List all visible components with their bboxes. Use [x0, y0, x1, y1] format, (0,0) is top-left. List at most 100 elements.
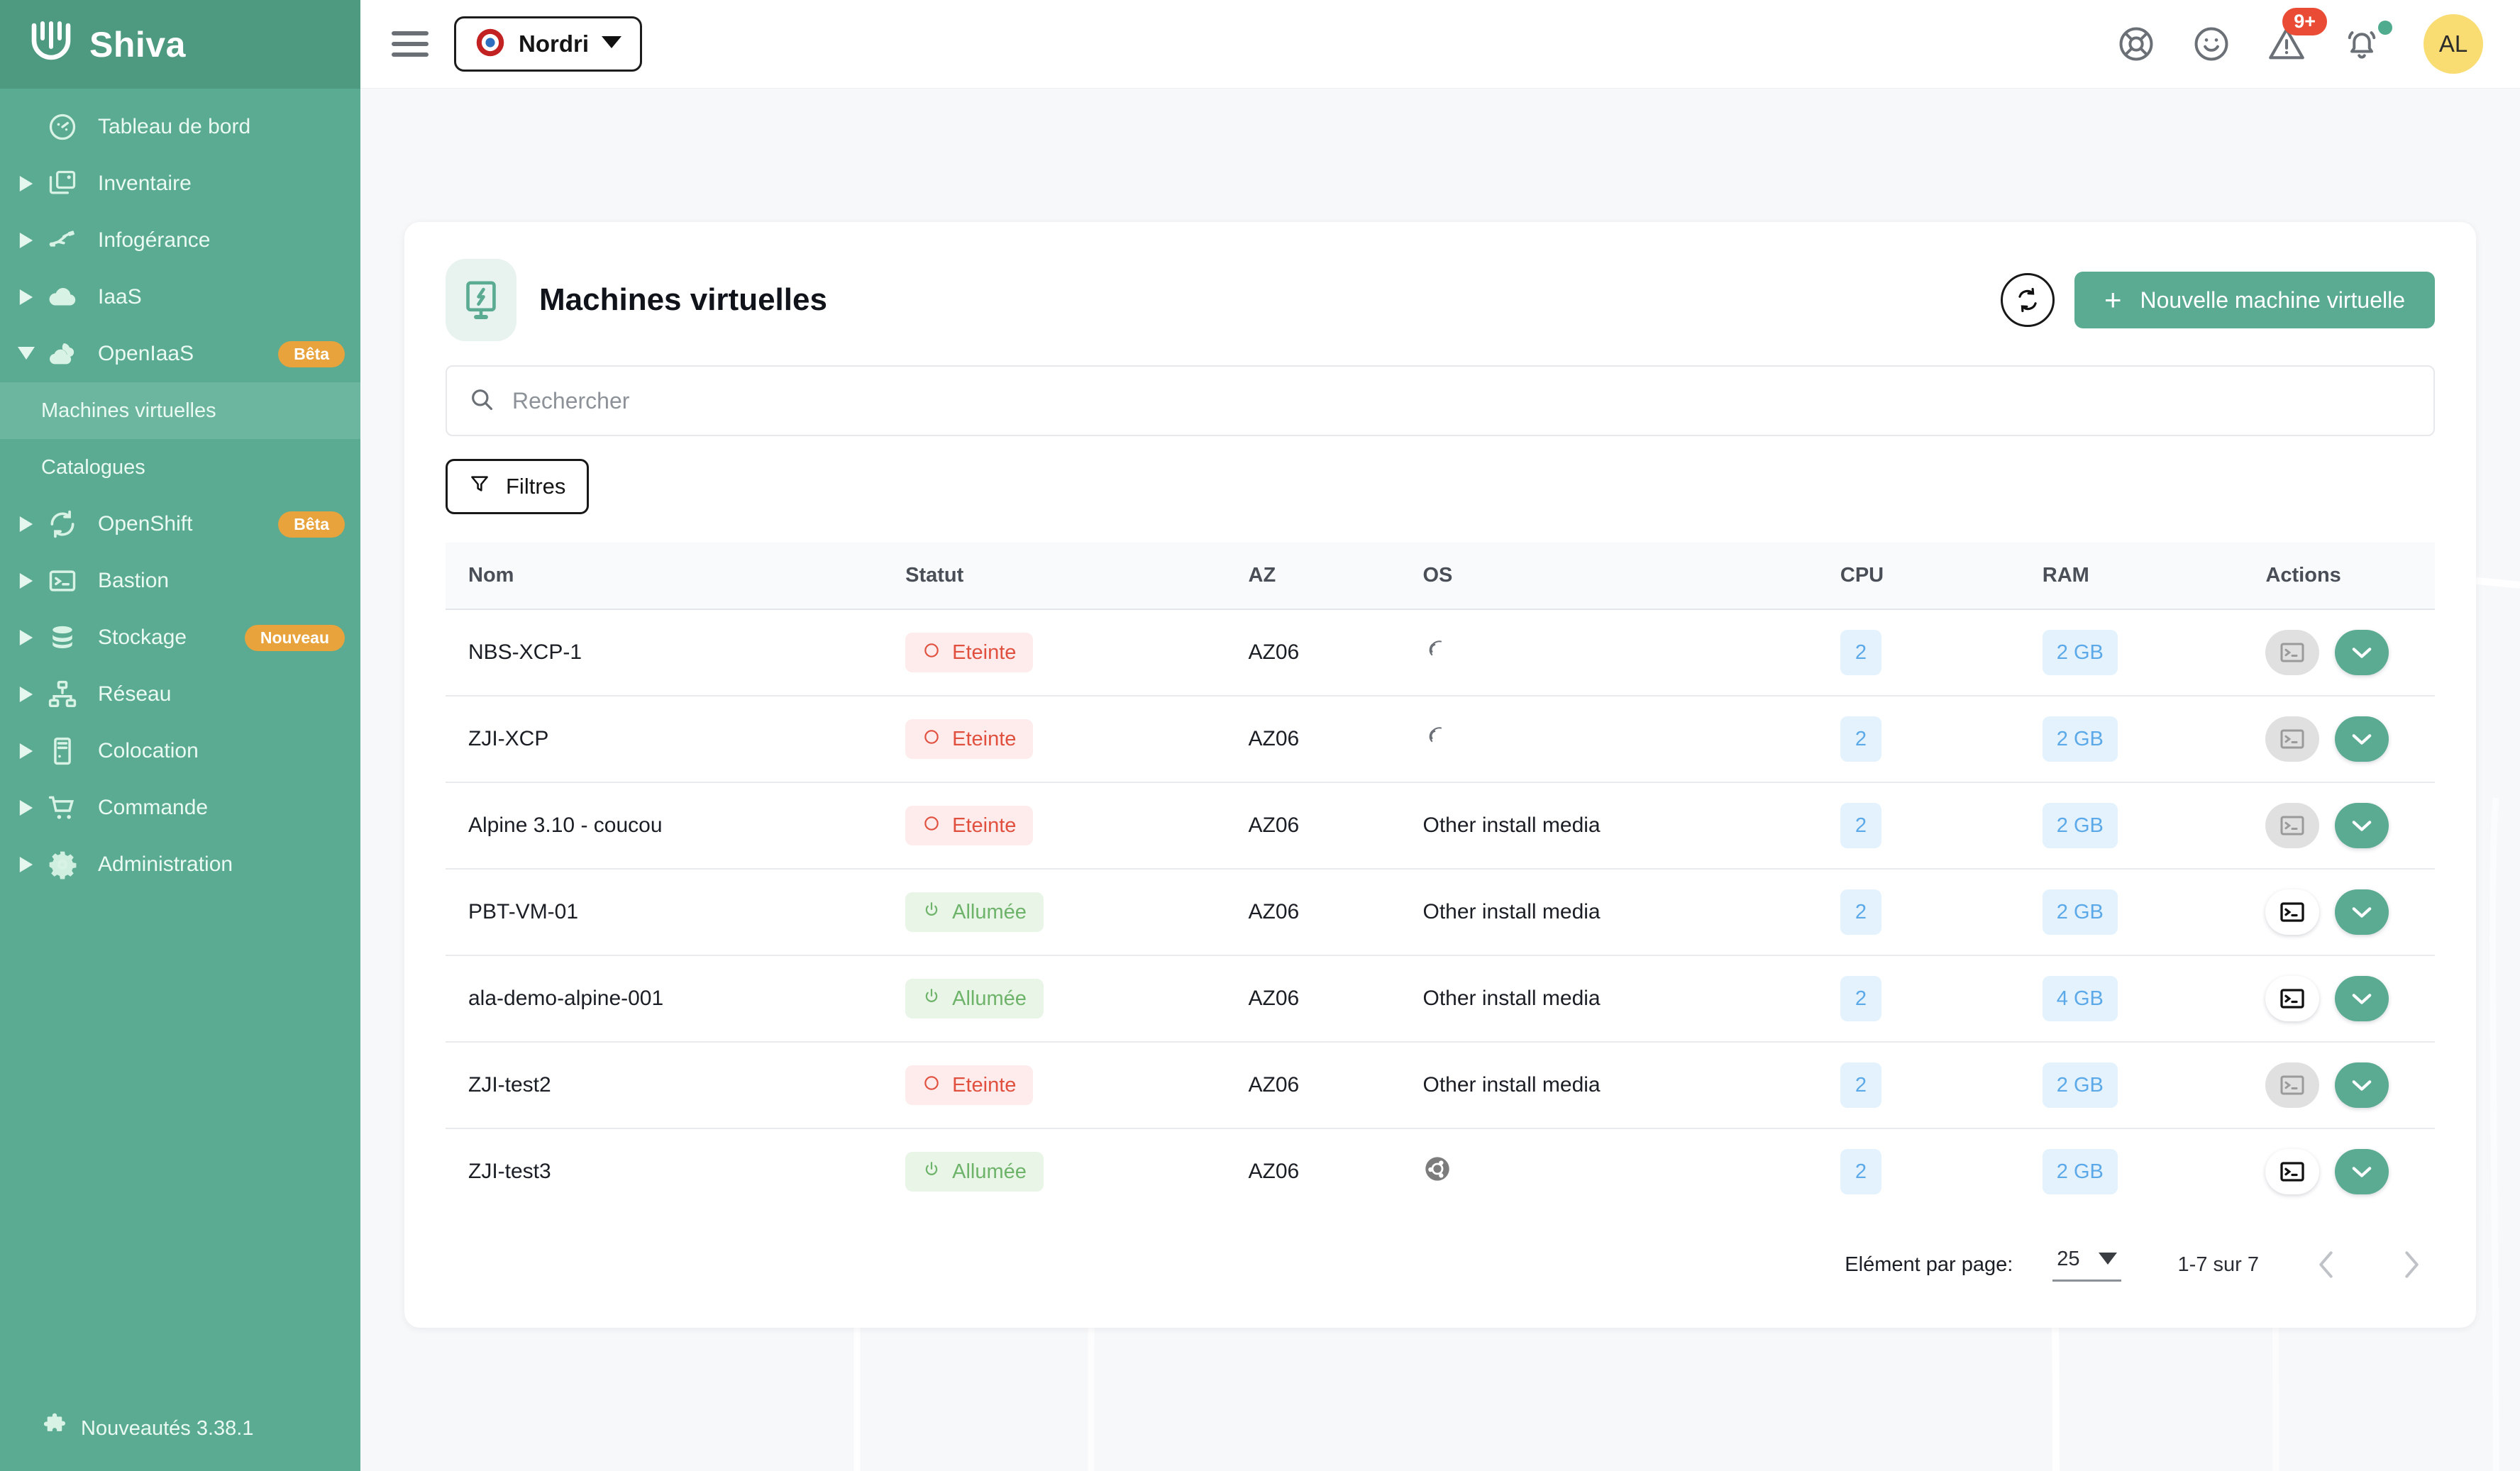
table-body: NBS-XCP-1 Eteinte AZ06 2 2 GB ZJI-XCP Et… [446, 609, 2435, 1214]
sidebar-item-openiaas[interactable]: OpenIaaS Bêta [0, 326, 360, 382]
sidebar-item-label: Stockage [98, 626, 187, 649]
smiley-feedback-icon[interactable] [2191, 23, 2232, 65]
status-badge: Eteinte [905, 633, 1034, 672]
status-label: Eteinte [952, 1073, 1017, 1097]
table-row[interactable]: ZJI-test3 Allumée AZ06 2 2 GB [446, 1128, 2435, 1214]
filter-funnel-icon [469, 473, 490, 500]
console-button[interactable] [2265, 889, 2320, 935]
cell-actions [2265, 1128, 2435, 1214]
filters-button[interactable]: Filtres [446, 459, 590, 514]
ram-chip: 2 GB [2042, 889, 2118, 935]
openshift-icon [43, 509, 82, 540]
sidebar-item-reseau[interactable]: Réseau [0, 666, 360, 723]
sidebar-whats-new[interactable]: Nouveautés 3.38.1 [0, 1386, 360, 1471]
table-header-row: Nom Statut AZ OS CPU RAM Actions [446, 543, 2435, 610]
chevron-right-icon[interactable] [10, 233, 43, 248]
chevron-right-icon[interactable] [10, 857, 43, 872]
chevron-left-icon[interactable] [2309, 1247, 2344, 1282]
chevron-right-icon[interactable] [2394, 1247, 2429, 1282]
chevron-right-icon[interactable] [10, 687, 43, 702]
column-header-os[interactable]: OS [1422, 543, 1840, 610]
sidebar-item-openshift[interactable]: OpenShift Bêta [0, 496, 360, 553]
sidebar-item-inventaire[interactable]: Inventaire [0, 155, 360, 212]
row-menu-button[interactable] [2335, 803, 2389, 848]
shiva-logo-icon [26, 19, 77, 70]
sidebar-item-machines-virtuelles[interactable]: Machines virtuelles [0, 382, 360, 439]
sidebar-item-colocation[interactable]: Colocation [0, 723, 360, 779]
avatar[interactable]: AL [2424, 14, 2483, 74]
cell-nom: Alpine 3.10 - coucou [446, 782, 906, 870]
cpu-chip: 2 [1840, 976, 1881, 1021]
cell-nom: ZJI-test3 [468, 1160, 551, 1183]
chevron-right-icon[interactable] [10, 573, 43, 589]
column-header-statut[interactable]: Statut [905, 543, 1249, 610]
cpu-chip: 2 [1840, 803, 1881, 848]
tenant-selector[interactable]: Nordri [454, 16, 642, 72]
cell-actions [2265, 609, 2435, 696]
column-header-cpu[interactable]: CPU [1840, 543, 2043, 610]
chevron-right-icon[interactable] [10, 800, 43, 816]
status-badge: Allumée [905, 1152, 1044, 1192]
table-row[interactable]: PBT-VM-01 Allumée AZ06 Other install med… [446, 869, 2435, 956]
cell-os: Other install media [1422, 955, 1840, 1043]
new-vm-button[interactable]: + Nouvelle machine virtuelle [2074, 272, 2435, 328]
status-label: Eteinte [952, 814, 1017, 837]
sidebar-item-stockage[interactable]: Stockage Nouveau [0, 609, 360, 666]
column-header-nom[interactable]: Nom [446, 543, 906, 610]
sidebar-item-commande[interactable]: Commande [0, 779, 360, 836]
table-row[interactable]: ZJI-XCP Eteinte AZ06 2 2 GB [446, 696, 2435, 783]
table-row[interactable]: ala-demo-alpine-001 Allumée AZ06 Other i… [446, 955, 2435, 1043]
chevron-right-icon[interactable] [10, 516, 43, 532]
hamburger-icon[interactable] [392, 26, 429, 62]
sidebar-item-iaas[interactable]: IaaS [0, 269, 360, 326]
search-bar[interactable] [446, 365, 2435, 436]
brand-header[interactable]: Shiva [0, 0, 360, 89]
sidebar-nav: Tableau de bord Inventaire Infogérance I… [0, 89, 360, 1386]
cell-nom: ZJI-test2 [446, 1042, 906, 1129]
lifebuoy-help-icon[interactable] [2116, 23, 2157, 65]
console-button[interactable] [2265, 1149, 2320, 1194]
topbar: Nordri 9+ AL [360, 0, 2520, 89]
sidebar-item-bastion[interactable]: Bastion [0, 553, 360, 609]
cell-cpu: 2 [1840, 1128, 2043, 1214]
sidebar-subitem-label: Catalogues [41, 455, 145, 479]
sidebar-item-tableau-de-bord[interactable]: Tableau de bord [0, 99, 360, 155]
chevron-down-icon[interactable] [10, 346, 43, 362]
column-header-actions: Actions [2265, 543, 2435, 610]
row-menu-button[interactable] [2335, 716, 2389, 762]
page-size-select[interactable]: 25 [2052, 1248, 2121, 1282]
sidebar-item-administration[interactable]: Administration [0, 836, 360, 893]
cloud-icon [43, 281, 82, 313]
chevron-right-icon[interactable] [10, 289, 43, 305]
cell-os [1423, 1128, 1840, 1214]
row-menu-button[interactable] [2335, 976, 2389, 1021]
chevron-right-icon[interactable] [10, 630, 43, 645]
power-off-icon [922, 814, 941, 837]
row-menu-button[interactable] [2335, 1149, 2389, 1194]
rack-icon [43, 736, 82, 767]
row-menu-button[interactable] [2335, 630, 2389, 675]
cell-os: Other install media [1422, 869, 1840, 956]
sidebar-item-infogerance[interactable]: Infogérance [0, 212, 360, 269]
cell-cpu: 2 [1840, 696, 2043, 783]
page-title: Machines virtuelles [539, 282, 827, 317]
sidebar-item-catalogues[interactable]: Catalogues [0, 439, 360, 496]
cell-ram: 2 GB [2042, 869, 2266, 956]
dashboard-gauge-icon [43, 111, 82, 143]
table-row[interactable]: NBS-XCP-1 Eteinte AZ06 2 2 GB [446, 609, 2435, 696]
table-row[interactable]: ZJI-test2 Eteinte AZ06 Other install med… [446, 1042, 2435, 1129]
power-off-icon [922, 728, 941, 750]
refresh-icon[interactable] [2000, 273, 2055, 327]
warning-triangle-icon[interactable]: 9+ [2266, 8, 2327, 65]
search-input[interactable] [512, 387, 2412, 414]
sidebar-item-label: Bastion [98, 569, 170, 592]
chevron-right-icon[interactable] [10, 743, 43, 759]
console-button[interactable] [2265, 976, 2320, 1021]
column-header-az[interactable]: AZ [1248, 543, 1423, 610]
chevron-right-icon[interactable] [10, 176, 43, 191]
table-row[interactable]: Alpine 3.10 - coucou Eteinte AZ06 Other … [446, 782, 2435, 870]
row-menu-button[interactable] [2335, 889, 2389, 935]
row-menu-button[interactable] [2335, 1062, 2389, 1108]
bell-notification-icon[interactable] [2341, 21, 2392, 65]
column-header-ram[interactable]: RAM [2042, 543, 2266, 610]
